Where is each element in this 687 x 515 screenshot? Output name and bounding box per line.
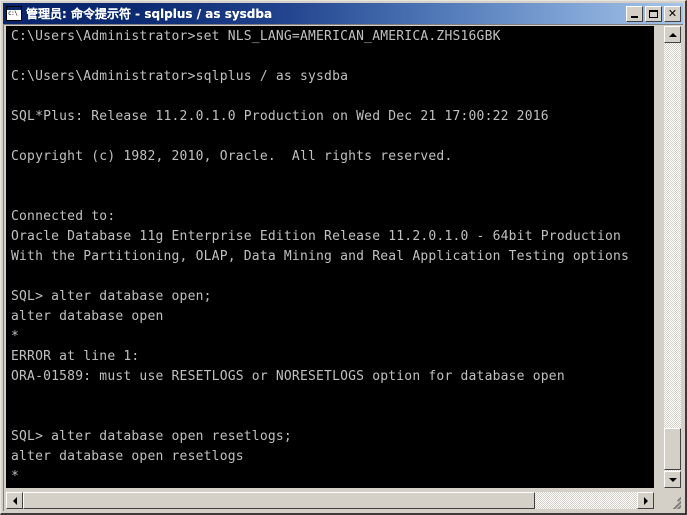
minimize-button[interactable] xyxy=(626,6,643,22)
terminal-line: alter database open resetlogs xyxy=(11,447,654,467)
terminal-line: * xyxy=(11,327,654,347)
terminal-line: SQL> alter database open; xyxy=(11,287,654,307)
vertical-scrollbar-thumb[interactable] xyxy=(664,428,681,470)
window-title: 管理员: 命令提示符 - sqlplus / as sysdba xyxy=(26,5,626,22)
terminal-line: SQL> alter database open resetlogs; xyxy=(11,427,654,447)
terminal-line: alter database open xyxy=(11,307,654,327)
scroll-left-arrow-icon xyxy=(13,497,17,505)
console-window: 管理员: 命令提示符 - sqlplus / as sysdba ✕ C:\Us… xyxy=(0,0,687,515)
close-button[interactable]: ✕ xyxy=(664,6,681,22)
terminal-line xyxy=(11,187,654,207)
scroll-right-button[interactable] xyxy=(637,492,654,509)
resize-grip[interactable] xyxy=(665,493,681,509)
terminal-line xyxy=(11,87,654,107)
close-icon: ✕ xyxy=(665,7,680,21)
terminal-line: With the Partitioning, OLAP, Data Mining… xyxy=(11,247,654,267)
scroll-right-arrow-icon xyxy=(644,497,648,505)
scroll-left-button[interactable] xyxy=(6,492,23,509)
terminal-line: C:\Users\Administrator>set NLS_LANG=AMER… xyxy=(11,27,654,47)
terminal-line: SQL*Plus: Release 11.2.0.1.0 Production … xyxy=(11,107,654,127)
window-controls: ✕ xyxy=(626,6,681,22)
terminal-line-list: C:\Users\Administrator>set NLS_LANG=AMER… xyxy=(11,27,654,488)
console-icon[interactable] xyxy=(6,6,22,21)
terminal-line: ORA-01589: must use RESETLOGS or NORESET… xyxy=(11,367,654,387)
terminal-line xyxy=(11,47,654,67)
terminal-line xyxy=(11,407,654,427)
scroll-up-button[interactable] xyxy=(664,26,681,43)
scroll-down-arrow-icon xyxy=(669,478,677,482)
terminal-line: ERROR at line 1: xyxy=(11,487,654,488)
terminal-line xyxy=(11,387,654,407)
maximize-button[interactable] xyxy=(645,6,662,22)
terminal-line: ERROR at line 1: xyxy=(11,347,654,367)
minimize-icon xyxy=(627,7,642,21)
horizontal-scrollbar[interactable] xyxy=(6,492,654,509)
vertical-scrollbar[interactable] xyxy=(664,26,681,488)
terminal-line xyxy=(11,127,654,147)
terminal-line xyxy=(11,167,654,187)
window-inner: 管理员: 命令提示符 - sqlplus / as sysdba ✕ C:\Us… xyxy=(3,3,683,511)
terminal-line: Connected to: xyxy=(11,207,654,227)
scroll-up-arrow-icon xyxy=(669,33,677,37)
terminal-line xyxy=(11,267,654,287)
client-area: C:\Users\Administrator>set NLS_LANG=AMER… xyxy=(3,24,683,511)
terminal-output[interactable]: C:\Users\Administrator>set NLS_LANG=AMER… xyxy=(6,26,654,488)
scroll-down-button[interactable] xyxy=(664,471,681,488)
terminal-line: * xyxy=(11,467,654,487)
terminal-line: Copyright (c) 1982, 2010, Oracle. All ri… xyxy=(11,147,654,167)
title-bar[interactable]: 管理员: 命令提示符 - sqlplus / as sysdba ✕ xyxy=(3,3,683,24)
horizontal-scrollbar-thumb[interactable] xyxy=(23,492,535,509)
maximize-icon xyxy=(646,7,661,21)
terminal-line: C:\Users\Administrator>sqlplus / as sysd… xyxy=(11,67,654,87)
terminal-line: Oracle Database 11g Enterprise Edition R… xyxy=(11,227,654,247)
